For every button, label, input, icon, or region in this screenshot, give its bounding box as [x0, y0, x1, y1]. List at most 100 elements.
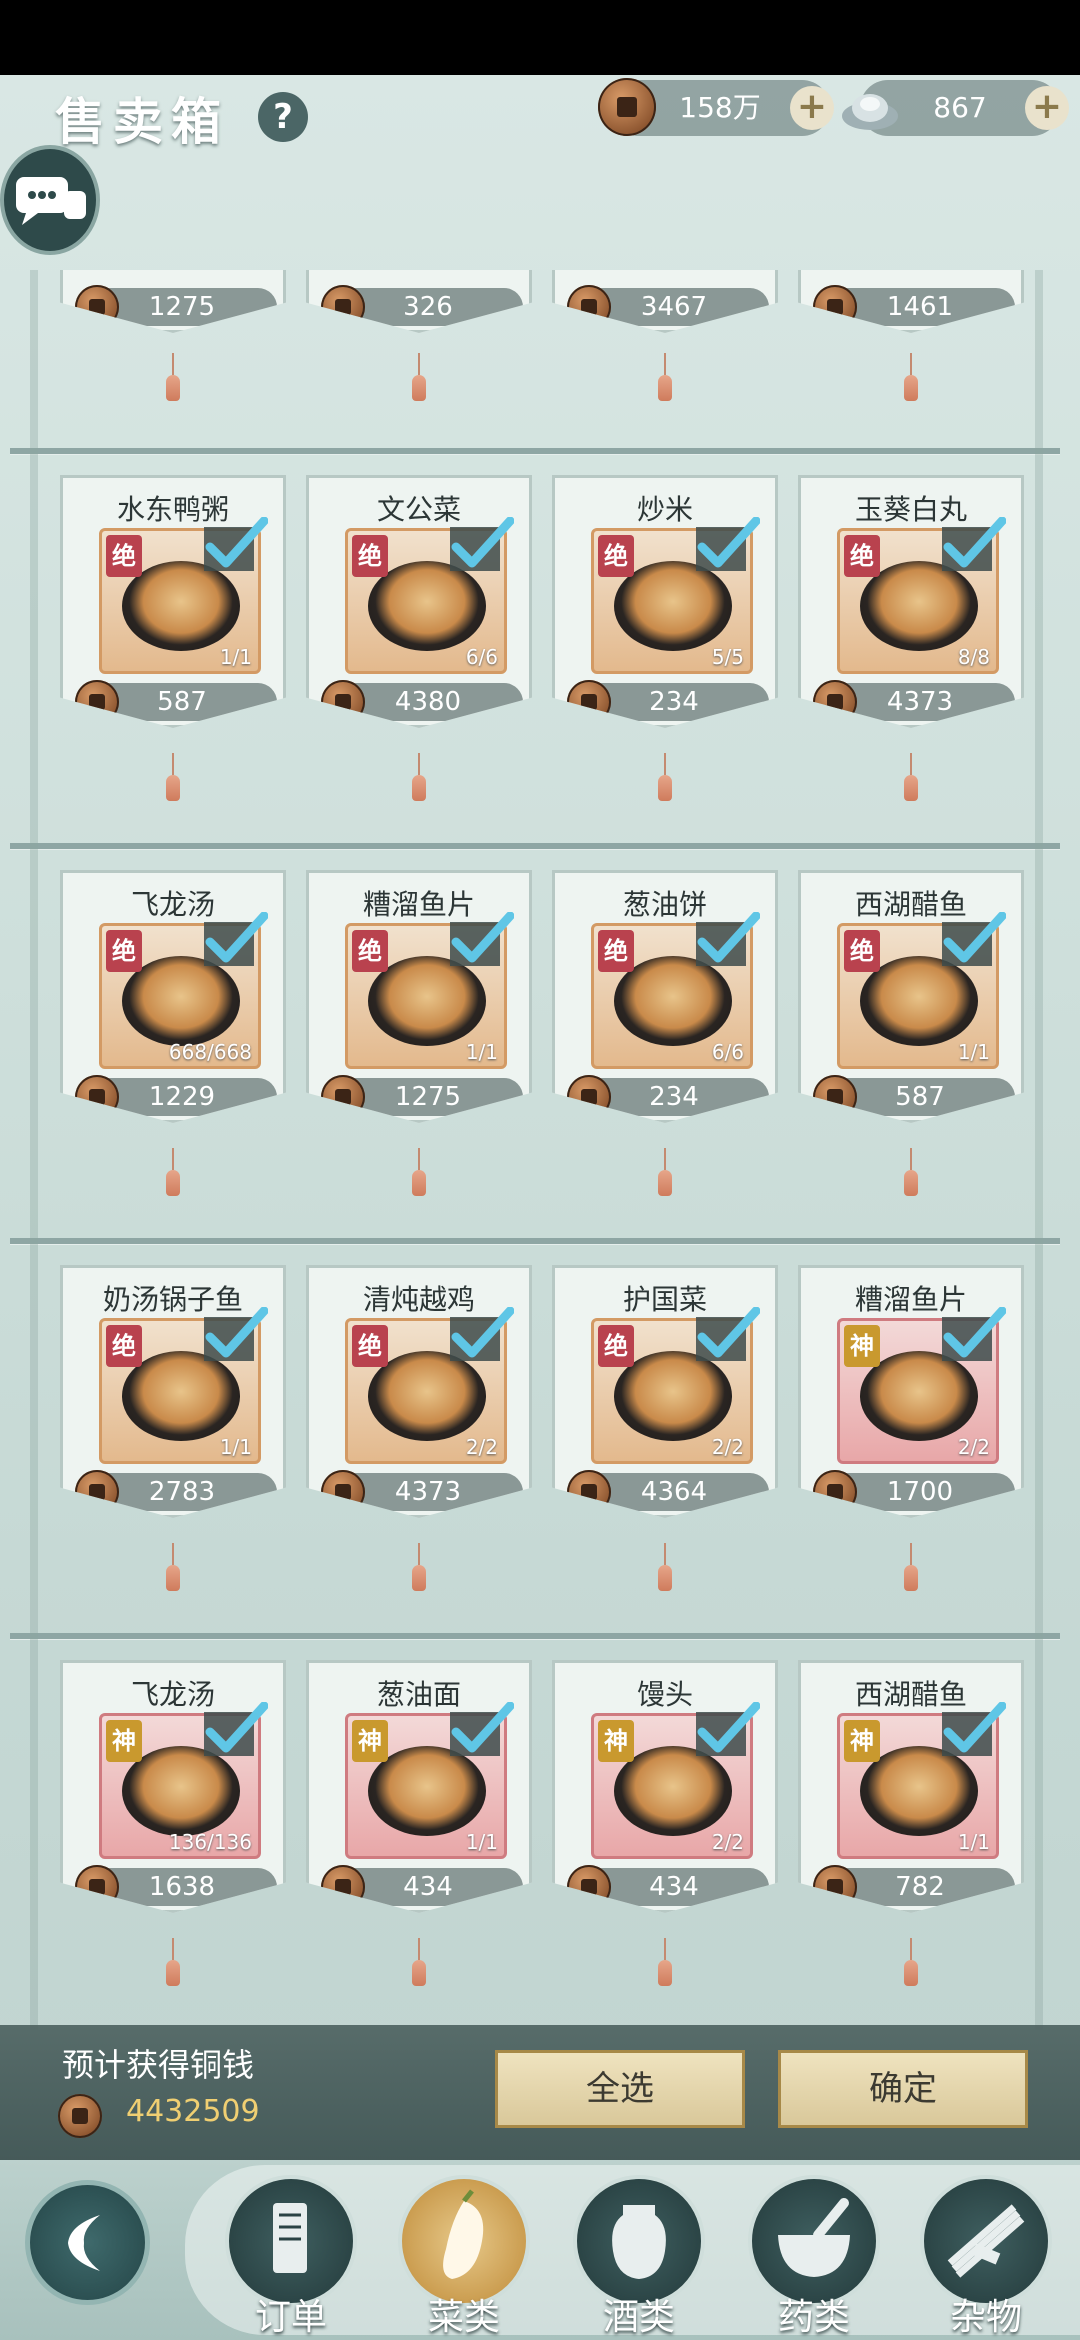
page-title: 售卖箱: [55, 92, 229, 151]
frame-pole: [30, 270, 38, 2030]
selected-check-icon[interactable]: [202, 1702, 268, 1760]
quality-badge: 绝: [106, 930, 142, 972]
dish-card[interactable]: 飞龙汤神 136/136 1638: [60, 1660, 286, 1913]
selected-check-icon[interactable]: [694, 1307, 760, 1365]
dish-image: 绝 2/2: [591, 1307, 760, 1464]
mortar-icon: [778, 2198, 850, 2277]
dish-card[interactable]: 西湖醋鱼绝 1/1 587: [798, 870, 1024, 1123]
tassel-ornament: [904, 353, 918, 405]
tassel-ornament: [166, 353, 180, 405]
tab-label: 药类: [777, 2297, 850, 2338]
bundle-icon: [947, 2204, 1025, 2278]
selected-check-icon[interactable]: [448, 517, 514, 575]
dish-card[interactable]: 1461: [798, 270, 1024, 333]
chat-bubble-icon: [16, 177, 86, 225]
quality-badge: 绝: [352, 1325, 388, 1367]
dish-card[interactable]: 奶汤锅子鱼绝 1/1 2783: [60, 1265, 286, 1518]
dish-card[interactable]: 3467: [552, 270, 778, 333]
select-all-button[interactable]: 全选: [495, 2050, 745, 2128]
quality-badge: 绝: [106, 535, 142, 577]
stock-count: 136/136: [168, 1830, 252, 1854]
stock-count: 1/1: [957, 1830, 990, 1854]
stock-count: 2/2: [957, 1435, 990, 1459]
hanging-rod: [10, 448, 1060, 454]
dish-image: 神 1/1: [345, 1702, 514, 1859]
dish-card[interactable]: 清炖越鸡绝 2/2 4373: [306, 1265, 532, 1518]
back-arrow-icon: [68, 2215, 100, 2271]
dish-card[interactable]: 葱油面神 1/1 434: [306, 1660, 532, 1913]
selected-check-icon[interactable]: [940, 1702, 1006, 1760]
stock-count: 1/1: [465, 1040, 498, 1064]
tab-label: 杂物: [949, 2297, 1022, 2338]
stock-count: 8/8: [957, 645, 990, 669]
selected-check-icon[interactable]: [694, 1702, 760, 1760]
tassel-ornament: [658, 1938, 672, 1990]
tassel-ornament: [904, 753, 918, 805]
dish-image: 绝 6/6: [345, 517, 514, 674]
selected-check-icon[interactable]: [694, 912, 760, 970]
dish-card[interactable]: 炒米绝 5/5 234: [552, 475, 778, 728]
dish-card[interactable]: 西湖醋鱼神 1/1 782: [798, 1660, 1024, 1913]
quality-badge: 神: [844, 1720, 880, 1762]
copper-coin-icon: [75, 1865, 119, 1909]
chat-button[interactable]: [0, 145, 100, 255]
stock-count: 1/1: [465, 1830, 498, 1854]
tassel-ornament: [904, 1543, 918, 1595]
dish-image: 神 136/136: [99, 1702, 268, 1859]
dish-card[interactable]: 1275: [60, 270, 286, 333]
dish-card[interactable]: 葱油饼绝 6/6 234: [552, 870, 778, 1123]
selected-check-icon[interactable]: [940, 912, 1006, 970]
add-coins-button[interactable]: +: [790, 86, 834, 130]
selected-check-icon[interactable]: [202, 517, 268, 575]
selected-check-icon[interactable]: [940, 517, 1006, 575]
stock-count: 1/1: [957, 1040, 990, 1064]
confirm-button[interactable]: 确定: [778, 2050, 1028, 2128]
dish-card[interactable]: 护国菜绝 2/2 4364: [552, 1265, 778, 1518]
dish-card[interactable]: 糟溜鱼片绝 1/1 1275: [306, 870, 532, 1123]
hanging-rod: [10, 843, 1060, 849]
tassel-ornament: [166, 753, 180, 805]
dish-image: 绝 2/2: [345, 1307, 514, 1464]
quality-badge: 绝: [844, 535, 880, 577]
tab-label: 酒类: [602, 2297, 675, 2338]
add-silver-button[interactable]: +: [1025, 86, 1069, 130]
quality-badge: 神: [106, 1720, 142, 1762]
selected-check-icon[interactable]: [694, 517, 760, 575]
selected-check-icon[interactable]: [940, 1307, 1006, 1365]
dish-card[interactable]: 糟溜鱼片神 2/2 1700: [798, 1265, 1024, 1518]
copper-coin-icon: [813, 1470, 857, 1514]
stock-count: 2/2: [711, 1435, 744, 1459]
copper-coin-icon: [58, 2094, 102, 2138]
tassel-ornament: [166, 1938, 180, 1990]
help-button[interactable]: ?: [258, 92, 308, 142]
hanging-rod: [10, 1633, 1060, 1639]
dish-card[interactable]: 玉葵白丸绝 8/8 4373: [798, 475, 1024, 728]
back-button[interactable]: [25, 2180, 150, 2305]
dish-card[interactable]: 馒头神 2/2 434: [552, 1660, 778, 1913]
tassel-ornament: [658, 1543, 672, 1595]
tassel-ornament: [166, 1543, 180, 1595]
tassel-ornament: [412, 1938, 426, 1990]
selected-check-icon[interactable]: [448, 912, 514, 970]
copper-coin-icon: [567, 1865, 611, 1909]
selected-check-icon[interactable]: [448, 1307, 514, 1365]
quality-badge: 绝: [352, 930, 388, 972]
dish-card[interactable]: 飞龙汤绝 668/668 1229: [60, 870, 286, 1123]
selected-check-icon[interactable]: [202, 1307, 268, 1365]
dish-card[interactable]: 文公菜绝 6/6 4380: [306, 475, 532, 728]
quality-badge: 绝: [352, 535, 388, 577]
selected-check-icon[interactable]: [202, 912, 268, 970]
dish-card[interactable]: 326: [306, 270, 532, 333]
copper-coin-icon: [321, 285, 365, 329]
dish-image: 绝 1/1: [99, 517, 268, 674]
selected-check-icon[interactable]: [448, 1702, 514, 1760]
stock-count: 2/2: [465, 1435, 498, 1459]
estimated-coins-label: 预计获得铜钱: [62, 2046, 255, 2084]
hanging-rod: [10, 1238, 1060, 1244]
copper-coin-icon: [813, 1075, 857, 1119]
sell-box-grid[interactable]: 1275 326 3467 1461 水东鸭粥绝 1/1 587 文公菜绝 6/6 4380 炒米绝…: [10, 270, 1060, 2030]
dish-card[interactable]: 水东鸭粥绝 1/1 587: [60, 475, 286, 728]
tassel-ornament: [412, 753, 426, 805]
stock-count: 6/6: [465, 645, 498, 669]
tassel-ornament: [658, 753, 672, 805]
